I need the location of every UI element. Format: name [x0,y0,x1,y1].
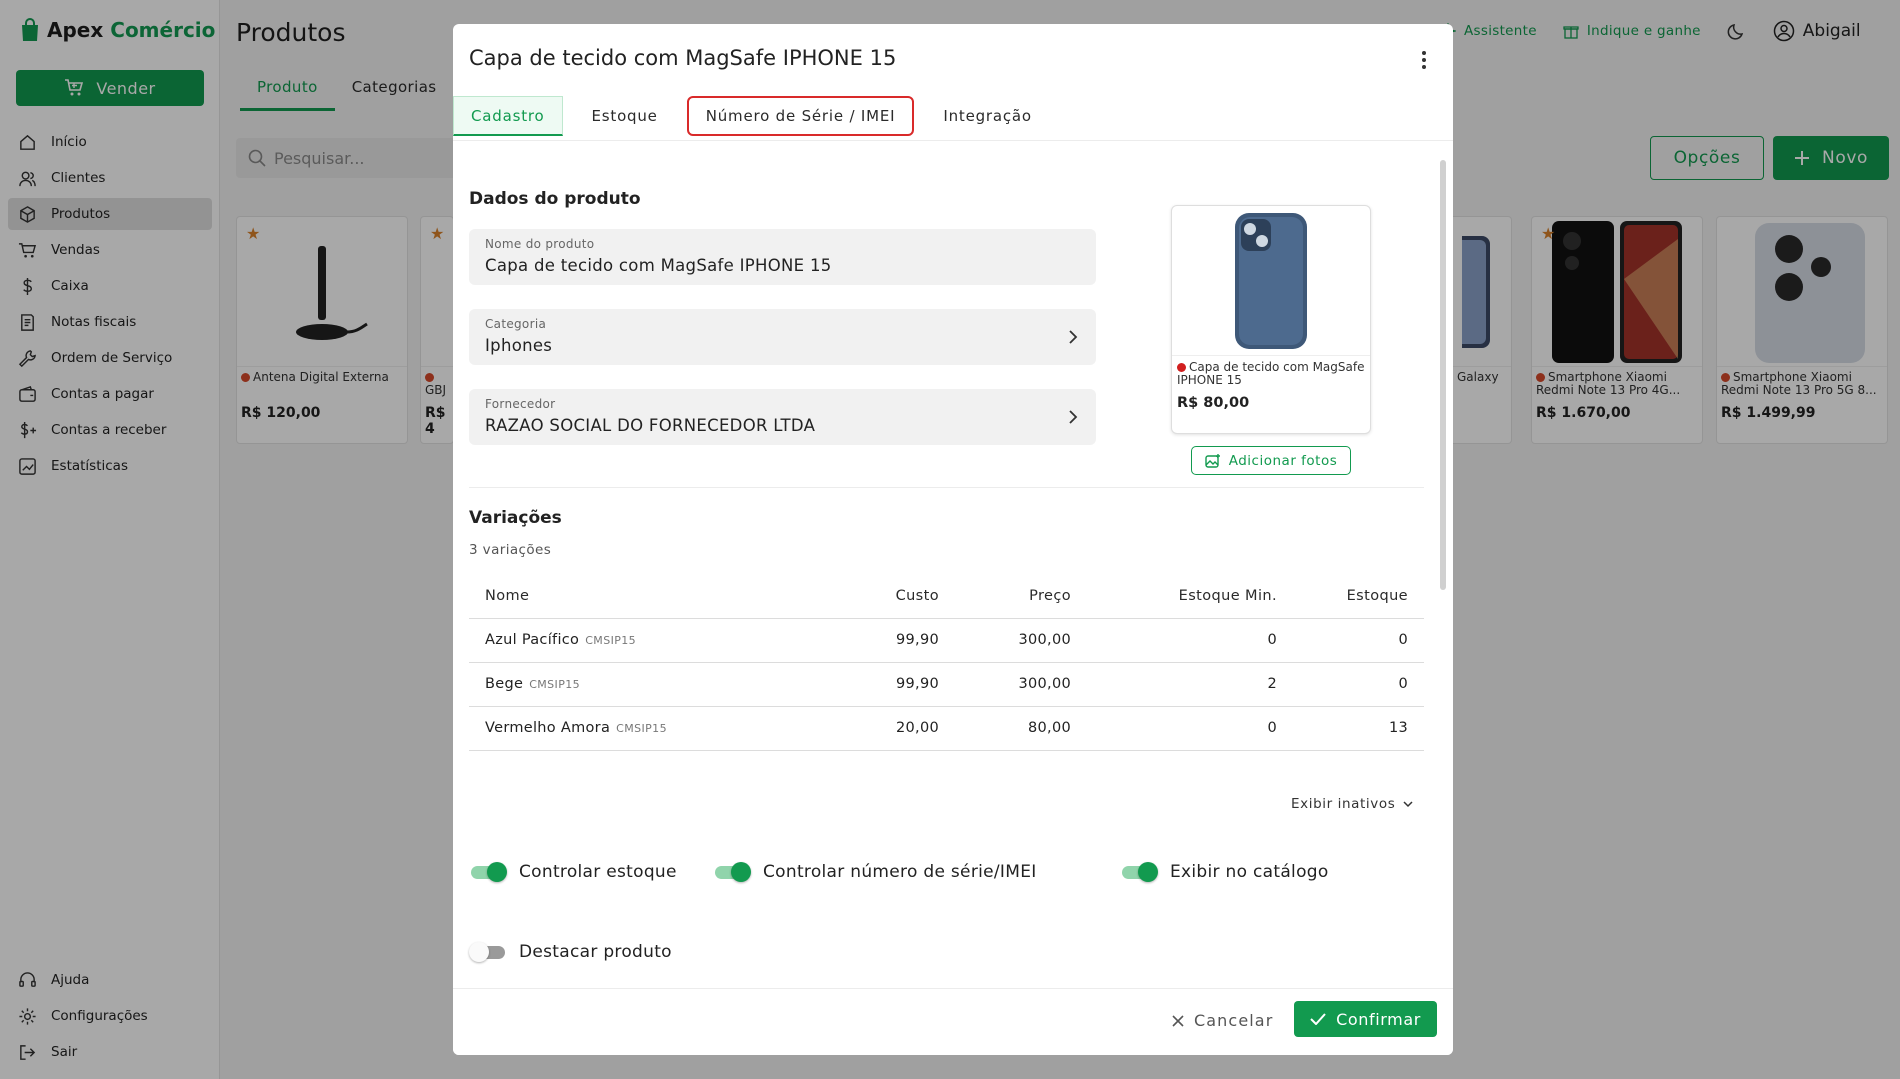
add-photos-label: Adicionar fotos [1228,452,1338,469]
preview-name: Capa de tecido com MagSafe IPHONE 15 [1177,360,1365,387]
add-photos-button[interactable]: Adicionar fotos [1191,446,1351,475]
image-plus-icon [1205,453,1220,468]
cell-cost: 99,90 [849,618,939,663]
tab-integracao[interactable]: Integração [924,96,1051,136]
toggle-label: Controlar estoque [519,862,677,882]
toggle-control-serial[interactable]: Controlar número de série/IMEI [713,861,1037,883]
cell-price: 300,00 [939,618,1071,663]
toggle-switch[interactable] [713,861,751,883]
cell-name: Azul Pacífico CMSIP15 [469,618,849,663]
cancel-label: Cancelar [1194,1011,1274,1030]
toggle-featured[interactable]: Destacar produto [469,941,672,963]
cell-price: 80,00 [939,706,1071,751]
modal-title: Capa de tecido com MagSafe IPHONE 15 [469,46,897,70]
cell-cost: 20,00 [849,706,939,751]
cell-price: 300,00 [939,662,1071,707]
field-value: Capa de tecido com MagSafe IPHONE 15 [485,256,832,275]
sku-badge: CMSIP15 [585,634,637,647]
toggle-switch[interactable] [1120,861,1158,883]
toggle-label: Exibir no catálogo [1170,862,1329,882]
show-inactive-toggle[interactable]: Exibir inativos [1291,796,1413,812]
cell-min-stock: 2 [1071,662,1277,707]
field-value: Iphones [485,336,553,355]
product-name-field[interactable]: Nome do produto Capa de tecido com MagSa… [469,229,1096,285]
table-row[interactable]: Bege CMSIP15 99,90 300,00 2 0 [469,662,1424,707]
toggle-switch[interactable] [469,941,507,963]
variations-table: Nome Custo Preço Estoque Min. Estoque Az… [469,575,1424,751]
tab-cadastro[interactable]: Cadastro [453,96,563,136]
toggle-control-stock[interactable]: Controlar estoque [469,861,677,883]
show-inactive-label: Exibir inativos [1291,796,1396,812]
field-label: Nome do produto [485,237,595,251]
toggle-label: Controlar número de série/IMEI [763,862,1037,882]
col-estoque: Estoque [1277,575,1424,619]
col-estoque-min: Estoque Min. [1071,575,1277,619]
cell-cost: 99,90 [849,662,939,707]
chevron-down-icon [1403,801,1413,808]
section-title-variations: Variações [469,508,562,528]
toggle-label: Destacar produto [519,942,672,962]
tab-estoque[interactable]: Estoque [573,96,677,136]
cell-name: Bege CMSIP15 [469,662,849,707]
product-preview-card[interactable]: Capa de tecido com MagSafe IPHONE 15 R$ … [1171,205,1371,434]
product-modal: Capa de tecido com MagSafe IPHONE 15 Cad… [453,24,1453,1055]
col-custo: Custo [849,575,939,619]
variation-count: 3 variações [469,542,552,558]
toggle-show-catalog[interactable]: Exibir no catálogo [1120,861,1329,883]
confirm-label: Confirmar [1336,1009,1421,1029]
field-label: Categoria [485,317,547,331]
chevron-right-icon [1069,330,1078,344]
section-divider [469,487,1424,488]
modal-body: Dados do produto Nome do produto Capa de… [453,141,1453,988]
product-preview-image [1172,206,1370,356]
section-title-product-data: Dados do produto [469,189,641,209]
tab-numero-serie-imei[interactable]: Número de Série / IMEI [686,96,915,136]
col-nome: Nome [469,575,849,619]
table-row[interactable]: Vermelho Amora CMSIP15 20,00 80,00 0 13 [469,706,1424,751]
cell-stock: 0 [1277,662,1424,707]
more-options-icon[interactable] [1421,50,1427,70]
close-icon [1172,1014,1184,1027]
preview-price: R$ 80,00 [1177,395,1250,411]
confirm-button[interactable]: Confirmar [1294,1001,1437,1037]
cell-stock: 0 [1277,618,1424,663]
modal-scrollbar[interactable] [1440,160,1446,590]
field-label: Fornecedor [485,397,556,411]
cell-stock: 13 [1277,706,1424,751]
cell-name: Vermelho Amora CMSIP15 [469,706,849,751]
table-row[interactable]: Azul Pacífico CMSIP15 99,90 300,00 0 0 [469,618,1424,663]
cancel-button[interactable]: Cancelar [1172,1011,1273,1030]
category-field[interactable]: Categoria Iphones [469,309,1096,365]
modal-tabs: Cadastro Estoque Número de Série / IMEI … [453,96,1051,140]
chevron-right-icon [1069,410,1078,424]
toggle-switch[interactable] [469,861,507,883]
sku-badge: CMSIP15 [529,678,581,691]
col-preco: Preço [939,575,1071,619]
table-header-row: Nome Custo Preço Estoque Min. Estoque [469,575,1424,619]
cell-min-stock: 0 [1071,706,1277,751]
field-value: RAZAO SOCIAL DO FORNECEDOR LTDA [485,416,816,435]
sku-badge: CMSIP15 [616,722,667,735]
supplier-field[interactable]: Fornecedor RAZAO SOCIAL DO FORNECEDOR LT… [469,389,1096,445]
modal-footer: Cancelar Confirmar [453,988,1453,1055]
cell-min-stock: 0 [1071,618,1277,663]
check-icon [1310,1013,1326,1025]
